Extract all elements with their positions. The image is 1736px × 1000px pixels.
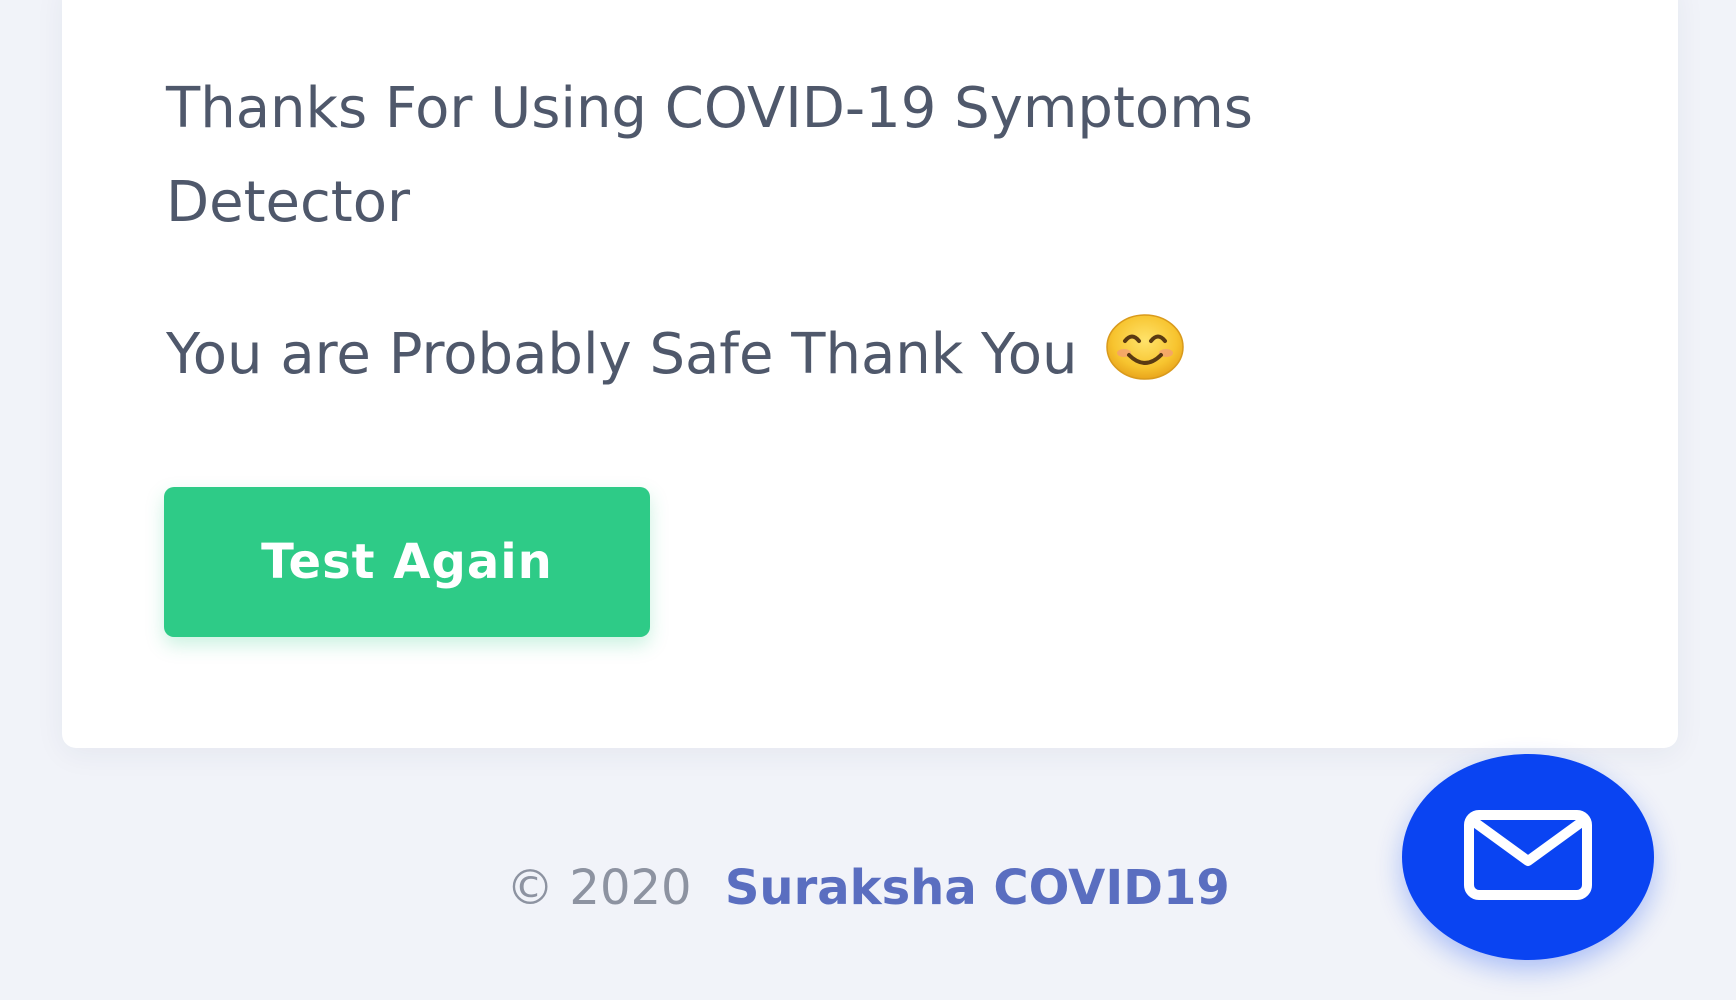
brand-link[interactable]: Suraksha COVID19 bbox=[725, 860, 1230, 916]
thanks-message-line-1: Thanks For Using COVID-19 Symptoms bbox=[166, 76, 1253, 141]
test-again-button[interactable]: Test Again bbox=[164, 487, 650, 637]
thanks-message: Thanks For Using COVID-19 Symptoms Detec… bbox=[166, 62, 1253, 250]
contact-mail-button[interactable] bbox=[1402, 754, 1654, 960]
copyright-text: © 2020 bbox=[506, 860, 692, 916]
result-message: You are Probably Safe Thank You bbox=[166, 308, 1185, 410]
result-message-text: You are Probably Safe Thank You bbox=[166, 322, 1078, 387]
smiling-face-icon bbox=[1105, 313, 1185, 410]
thanks-message-line-2: Detector bbox=[166, 170, 411, 235]
mail-icon bbox=[1463, 809, 1593, 905]
